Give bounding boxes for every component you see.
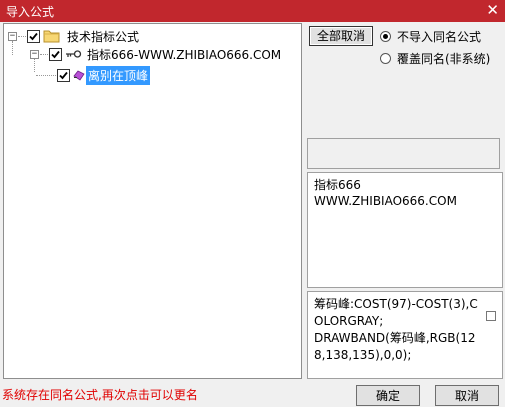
close-icon[interactable]: ✕ [486,1,499,19]
collapse-icon[interactable]: − [8,31,17,41]
info-line-2: WWW.ZHIBIAO666.COM [314,194,457,208]
cancel-button[interactable]: 取消 [435,385,499,406]
option-overwrite-same[interactable]: 覆盖同名(非系统) [380,50,490,67]
title-bar: 导入公式 ✕ [0,0,505,22]
option-label: 覆盖同名(非系统) [397,52,491,66]
key-icon [66,50,82,58]
folder-icon [43,30,60,43]
tree-node-formula[interactable]: − 指标666-WWW.ZHIBIAO666.COM [30,45,283,63]
check-icon [29,32,38,40]
status-message: 系统存在同名公式,再次点击可以更名 [2,388,198,402]
tree-node-item[interactable]: 离别在顶峰 [35,65,151,85]
deselect-all-button[interactable]: 全部取消 [309,26,373,46]
empty-panel [307,138,500,169]
ok-button[interactable]: 确定 [356,385,420,406]
check-icon [51,50,60,58]
formula-code-text: 筹码峰:COST(97)-COST(3),COLORGRAY; DRAWBAND… [314,297,478,362]
collapse-icon[interactable]: − [30,49,39,59]
formula-checkbox[interactable] [49,47,62,61]
formula-tree[interactable]: − 技术指标公式 − 指标666-WWW.ZHIBIAO666.COM 离别在顶… [3,23,302,379]
tree-node-root[interactable]: − 技术指标公式 [8,27,141,45]
check-icon [59,71,68,79]
window-title: 导入公式 [6,5,55,19]
tree-node-label: 技术指标公式 [67,29,140,44]
radio-unselected-icon[interactable] [380,53,391,64]
root-checkbox[interactable] [27,29,40,43]
formula-code-panel[interactable]: 筹码峰:COST(97)-COST(3),COLORGRAY; DRAWBAND… [307,291,503,379]
formula-icon [73,70,85,81]
option-label: 不导入同名公式 [397,30,482,44]
radio-selected-icon[interactable] [380,31,391,42]
option-no-import-same[interactable]: 不导入同名公式 [380,28,481,45]
info-line-1: 指标666 [314,178,361,192]
tree-node-label: 离别在顶峰 [86,65,151,85]
code-checkbox[interactable] [486,311,496,321]
item-checkbox[interactable] [57,68,70,82]
formula-info-panel: 指标666 WWW.ZHIBIAO666.COM [307,172,503,288]
tree-node-label: 指标666-WWW.ZHIBIAO666.COM [87,47,282,62]
